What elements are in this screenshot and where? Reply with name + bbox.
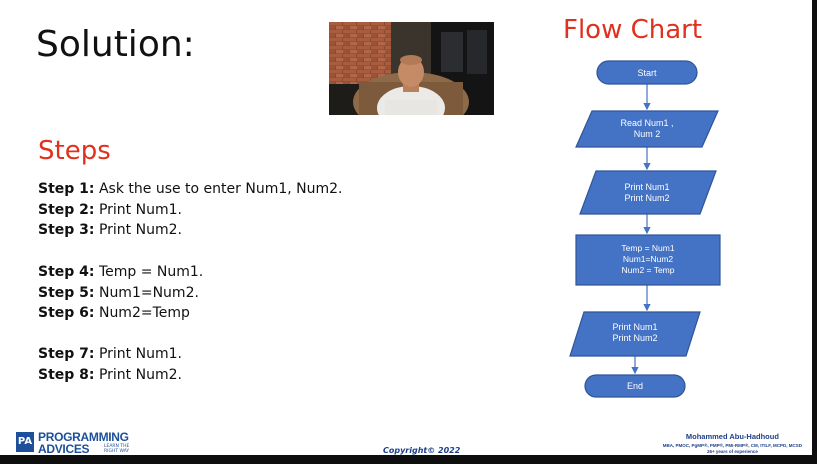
flow-print1-line-2: Print Num2 — [624, 193, 669, 203]
flow-process-line-3: Num2 = Temp — [622, 265, 675, 275]
slide-canvas: Solution: Steps Step 1: Ask the use to e… — [0, 0, 812, 456]
author-name: Mohammed Abu-Hadhoud — [685, 432, 779, 441]
flow-print2-line-1: Print Num1 — [612, 322, 657, 332]
programming-advices-logo: PA PROGRAMMING ADVICES LEARN THE RIGHT W… — [16, 430, 146, 456]
flow-print-output-1: Print Num1 Print Num2 — [579, 170, 717, 215]
flow-start-label: Start — [637, 68, 657, 78]
copyright-notice: Copyright© 2022 — [383, 446, 461, 455]
flow-read-line-1: Read Num1 , — [620, 118, 673, 128]
flow-process-line-1: Temp = Num1 — [621, 243, 674, 253]
flow-read-input: Read Num1 , Num 2 — [575, 110, 719, 148]
author-credentials: MBA, PMOC, PgMP®, PMP®, PMI-RMP®, CM, IT… — [662, 443, 802, 448]
logo-tagline: LEARN THE RIGHT WAY — [104, 444, 130, 454]
flow-print1-line-1: Print Num1 — [624, 182, 669, 192]
flow-swap-process: Temp = Num1 Num1=Num2 Num2 = Temp — [575, 234, 721, 286]
author-experience: 26+ years of experience — [706, 449, 758, 454]
logo-mark: PA — [16, 432, 34, 452]
flow-process-line-2: Num1=Num2 — [623, 254, 674, 264]
flow-print-output-2: Print Num1 Print Num2 — [569, 311, 701, 357]
logo-text-line-2: ADVICES — [38, 442, 90, 456]
flow-end-label: End — [627, 381, 643, 391]
author-block: Mohammed Abu-Hadhoud MBA, PMOC, PgMP®, P… — [663, 432, 802, 454]
flow-end-terminal: End — [584, 374, 686, 398]
flow-read-line-2: Num 2 — [634, 129, 661, 139]
flow-start-terminal: Start — [596, 60, 698, 85]
flow-print2-line-2: Print Num2 — [612, 333, 657, 343]
flowchart: Start Read Num1 , Num 2 Print Num1 Print… — [569, 60, 721, 398]
